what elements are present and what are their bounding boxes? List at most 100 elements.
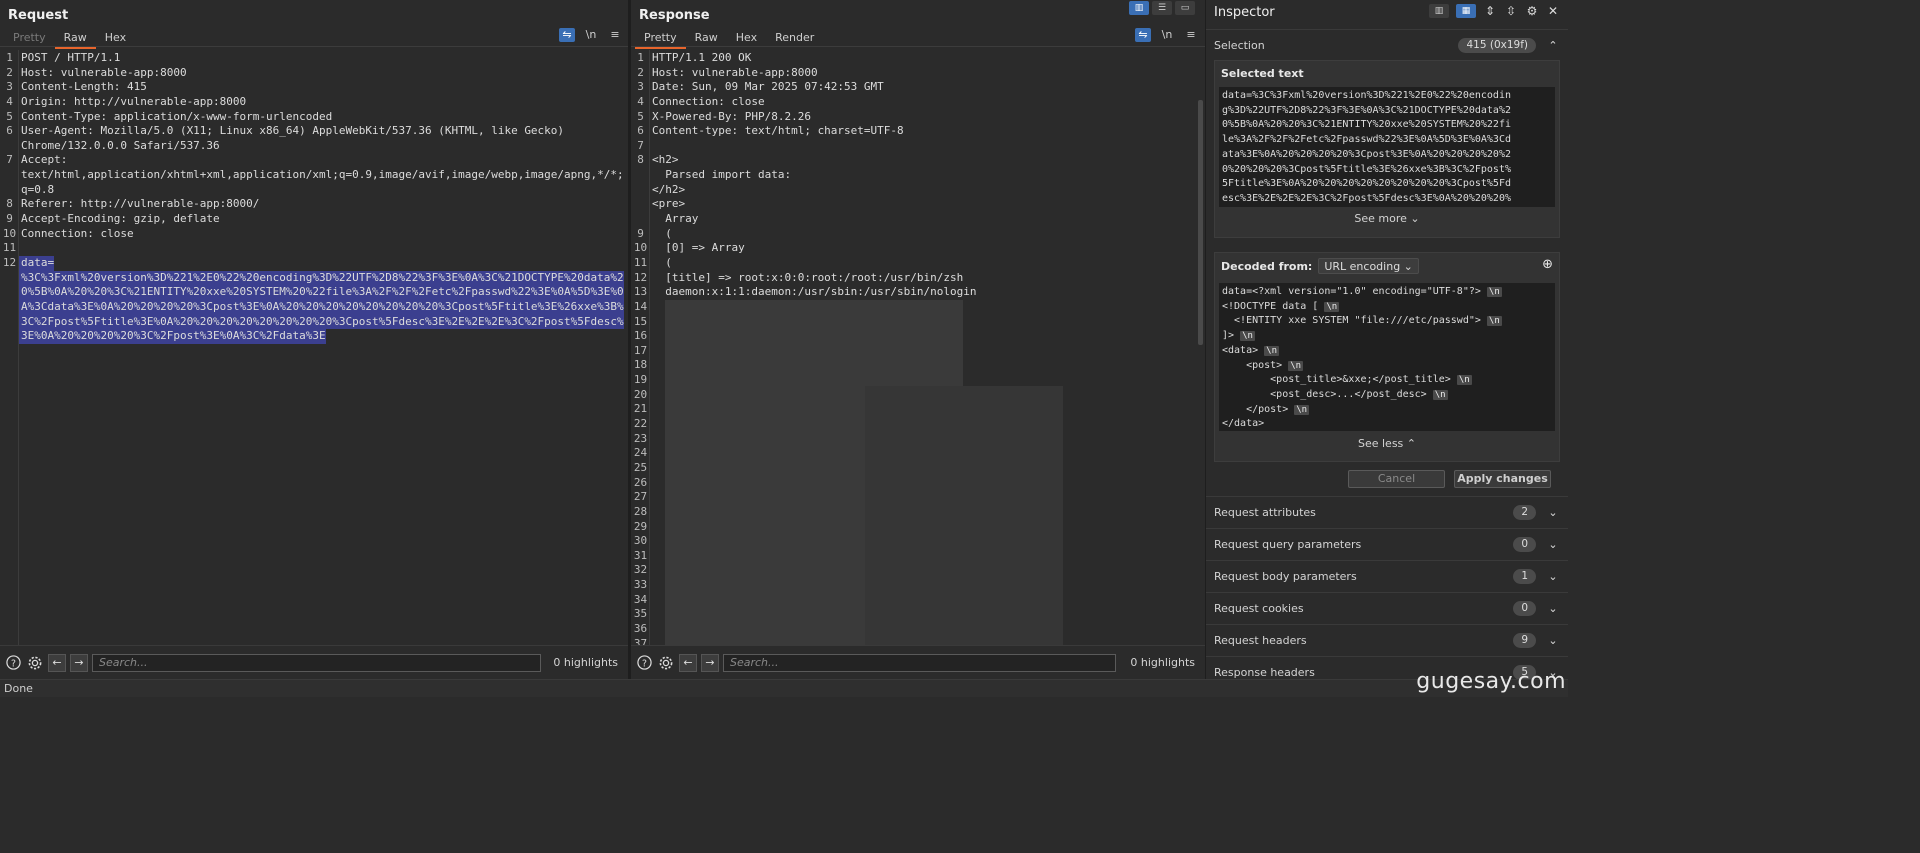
line-text: Chrome/132.0.0.0 Safari/537.36 xyxy=(21,138,220,152)
editor-line: 10 Connection: close xyxy=(0,227,628,242)
stacked-layout-icon[interactable]: ☰ xyxy=(1152,1,1172,15)
forward-arrow-icon[interactable]: → xyxy=(70,653,88,672)
editor-line: 3C%2Fpost%5Ftitle%3E%0A%20%20%20%20%20%2… xyxy=(0,314,628,330)
line-text xyxy=(650,637,652,645)
line-text: Array xyxy=(652,212,699,226)
inspector-title: Inspector xyxy=(1214,5,1275,20)
chevron-down-icon[interactable]: ⌄ xyxy=(1546,506,1560,519)
line-text: daemon:x:1:1:daemon:/usr/sbin:/usr/sbin/… xyxy=(652,285,977,299)
chevron-down-icon[interactable]: ⌄ xyxy=(1546,634,1560,647)
selection-section-header[interactable]: Selection 415 (0x19f) ⌃ xyxy=(1206,29,1568,60)
section-count-badge: 2 xyxy=(1513,504,1536,520)
apply-changes-button[interactable]: Apply changes xyxy=(1454,470,1551,488)
inspector-layout-left-icon[interactable]: ▥ xyxy=(1429,4,1449,18)
request-editor[interactable]: 1 POST / HTTP/1.1 2 Host: vulnerable-app:80… xyxy=(0,50,628,645)
inspector-section-header[interactable]: Request query parameters 0 ⌄ xyxy=(1206,528,1568,559)
response-editor-tools: ⇋ \n ≡ xyxy=(1135,28,1199,42)
line-number: 20 xyxy=(633,387,648,401)
tab-pretty[interactable]: Pretty xyxy=(635,30,686,49)
response-title: Response xyxy=(639,8,710,23)
inspector-section-header[interactable]: Request cookies 0 ⌄ xyxy=(1206,592,1568,623)
line-text: </h2> xyxy=(652,182,686,196)
svg-text:?: ? xyxy=(642,658,647,669)
back-arrow-icon[interactable]: ← xyxy=(48,653,66,672)
newline-toggle-icon[interactable]: \n xyxy=(1159,28,1175,42)
line-number: 8 xyxy=(637,153,644,167)
request-search-input[interactable]: Search... xyxy=(92,653,541,672)
editor-line: <pre> xyxy=(631,197,1205,212)
menu-icon[interactable]: ≡ xyxy=(607,28,623,42)
decoded-line: <post> \n xyxy=(1222,359,1552,374)
tab-raw[interactable]: Raw xyxy=(54,30,96,49)
line-number: 1 xyxy=(637,51,644,64)
editor-line: 1 POST / HTTP/1.1 xyxy=(0,51,628,66)
section-count-badge: 0 xyxy=(1513,536,1536,552)
expand-all-icon[interactable]: ⇕ xyxy=(1483,4,1497,18)
newline-toggle-icon[interactable]: \n xyxy=(583,28,599,42)
tab-pretty[interactable]: Pretty xyxy=(4,30,55,46)
editor-line: 26 xyxy=(631,476,1205,491)
word-wrap-icon[interactable]: ⇋ xyxy=(559,28,575,42)
response-tabs: Pretty Raw Hex Render xyxy=(635,30,823,49)
see-less-toggle[interactable]: See less ⌃ xyxy=(1215,437,1559,450)
side-by-side-layout-icon[interactable]: ▥ xyxy=(1129,1,1149,15)
line-text: Connection: close xyxy=(21,226,134,240)
line-number xyxy=(0,139,19,154)
inspector-section-header[interactable]: Request attributes 2 ⌄ xyxy=(1206,496,1568,527)
tab-render[interactable]: Render xyxy=(766,30,823,46)
chevron-down-icon[interactable]: ⌄ xyxy=(1546,570,1560,583)
line-number: 36 xyxy=(633,621,648,635)
editor-line: 27 xyxy=(631,490,1205,505)
line-number: 30 xyxy=(633,534,648,548)
section-label: Request body parameters xyxy=(1214,569,1357,583)
line-number: 27 xyxy=(633,490,648,504)
settings-icon[interactable]: ⚙ xyxy=(1525,4,1539,18)
menu-icon[interactable]: ≡ xyxy=(1183,28,1199,42)
see-more-toggle[interactable]: See more ⌄ xyxy=(1215,212,1559,225)
editor-line: Array xyxy=(631,212,1205,227)
settings-icon[interactable] xyxy=(657,654,675,672)
response-editor[interactable]: 1 HTTP/1.1 200 OK 2 Host: vulnerable-app:80… xyxy=(631,50,1205,645)
selected-text-content[interactable]: data=%3C%3Fxml%20version%3D%221%2E0%22%2… xyxy=(1219,87,1555,207)
inspector-section-header[interactable]: Request headers 9 ⌄ xyxy=(1206,624,1568,655)
collapse-all-icon[interactable]: ⇳ xyxy=(1504,4,1518,18)
line-text: Host: vulnerable-app:8000 xyxy=(652,65,818,79)
word-wrap-icon[interactable]: ⇋ xyxy=(1135,28,1151,42)
line-text: Accept-Encoding: gzip, deflate xyxy=(21,212,220,226)
add-decoder-icon[interactable]: ⊕ xyxy=(1542,257,1553,272)
tabbed-layout-icon[interactable]: ▭ xyxy=(1175,1,1195,15)
line-text xyxy=(650,139,652,154)
tab-raw[interactable]: Raw xyxy=(686,30,727,46)
close-icon[interactable]: ✕ xyxy=(1546,4,1560,18)
inspector-section-header[interactable]: Request body parameters 1 ⌄ xyxy=(1206,560,1568,591)
tab-hex[interactable]: Hex xyxy=(727,30,766,46)
vertical-scrollbar[interactable] xyxy=(1198,100,1203,345)
line-text xyxy=(650,373,652,388)
help-icon[interactable]: ? xyxy=(635,654,653,672)
decoded-text-content[interactable]: data=<?xml version="1.0" encoding="UTF-8… xyxy=(1219,283,1555,431)
line-text: [title] => root:x:0:0:root:/root:/usr/bi… xyxy=(652,270,964,284)
help-icon[interactable]: ? xyxy=(4,654,22,672)
selected-text-line: esc%3E%2E%2E%2E%3C%2Fpost%5Fdesc%3E%0A%2… xyxy=(1222,192,1511,204)
chevron-up-icon[interactable]: ⌃ xyxy=(1546,39,1560,52)
encoding-dropdown[interactable]: URL encoding ⌄ xyxy=(1318,258,1419,274)
cancel-button[interactable]: Cancel xyxy=(1348,470,1445,488)
decoded-line: <!DOCTYPE data [ \n xyxy=(1222,300,1552,315)
line-number xyxy=(631,197,650,212)
response-search-input[interactable]: Search... xyxy=(723,653,1116,672)
chevron-down-icon[interactable]: ⌄ xyxy=(1546,602,1560,615)
section-label: Request query parameters xyxy=(1214,537,1362,551)
line-number xyxy=(0,315,19,330)
chevron-down-icon[interactable]: ⌄ xyxy=(1546,538,1560,551)
editor-line: A%3Cdata%3E%0A%20%20%20%20%3Cpost%3E%0A%… xyxy=(0,299,628,315)
inspector-layout-right-icon[interactable]: ▦ xyxy=(1456,4,1476,18)
newline-marker: \n xyxy=(1324,301,1340,312)
editor-line: 16 xyxy=(631,329,1205,344)
forward-arrow-icon[interactable]: → xyxy=(701,653,719,672)
selection-label: Selection xyxy=(1214,38,1265,52)
back-arrow-icon[interactable]: ← xyxy=(679,653,697,672)
settings-icon[interactable] xyxy=(26,654,44,672)
line-text xyxy=(650,520,652,535)
tab-hex[interactable]: Hex xyxy=(96,30,135,46)
decoded-box: Decoded from: URL encoding ⌄ ⊕ data=<?xml… xyxy=(1214,252,1560,462)
